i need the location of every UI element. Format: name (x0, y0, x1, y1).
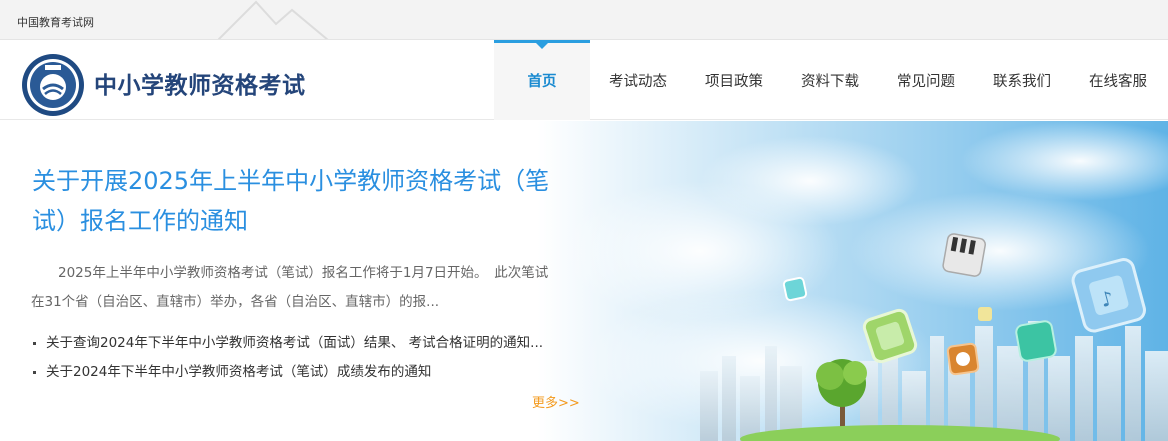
nav-exam-news[interactable]: 考试动态 (590, 40, 686, 120)
brand-title[interactable]: 中小学教师资格考试 (94, 66, 306, 100)
news-item[interactable]: 关于2024年下半年中小学教师资格考试（笔试）成绩发布的通知 (33, 358, 573, 387)
nav-faq[interactable]: 常见问题 (878, 40, 974, 120)
hero-banner: ♪ 关于开展2025年上半年中小学教师资格考试（笔试）报名工作的通知 2025年… (0, 121, 1168, 441)
nav-home[interactable]: 首页 (494, 40, 590, 120)
header: 中小学教师资格考试 首页 考试动态 项目政策 资料下载 常见问题 联系我们 在线… (0, 40, 1168, 120)
news-item-label: 关于2024年下半年中小学教师资格考试（笔试）成绩发布的通知 (46, 364, 432, 380)
nav-downloads[interactable]: 资料下载 (782, 40, 878, 120)
mountain-decoration (218, 0, 329, 39)
news-item-label: 关于查询2024年下半年中小学教师资格考试（面试）结果、 考试合格证明的通知..… (46, 335, 544, 351)
headline-link[interactable]: 关于开展2025年上半年中小学教师资格考试（笔试）报名工作的通知 (32, 161, 562, 241)
headline-summary: 2025年上半年中小学教师资格考试（笔试）报名工作将于1月7日开始。 此次笔试在… (31, 265, 549, 310)
nav-policy[interactable]: 项目政策 (686, 40, 782, 120)
news-item[interactable]: 关于查询2024年下半年中小学教师资格考试（面试）结果、 考试合格证明的通知..… (33, 329, 573, 358)
top-bar: 中国教育考试网 (0, 0, 1168, 40)
nav-contact[interactable]: 联系我们 (974, 40, 1070, 120)
main-nav: 首页 考试动态 项目政策 资料下载 常见问题 联系我们 在线客服 (494, 40, 1166, 120)
more-link[interactable]: 更多>> (532, 392, 580, 411)
nav-online-service[interactable]: 在线客服 (1070, 40, 1166, 120)
site-name[interactable]: 中国教育考试网 (17, 14, 94, 30)
news-list: 关于查询2024年下半年中小学教师资格考试（面试）结果、 考试合格证明的通知..… (33, 329, 573, 387)
bullet-icon (33, 341, 36, 345)
logo-emblem-icon[interactable] (21, 53, 85, 117)
bullet-icon (33, 370, 36, 374)
